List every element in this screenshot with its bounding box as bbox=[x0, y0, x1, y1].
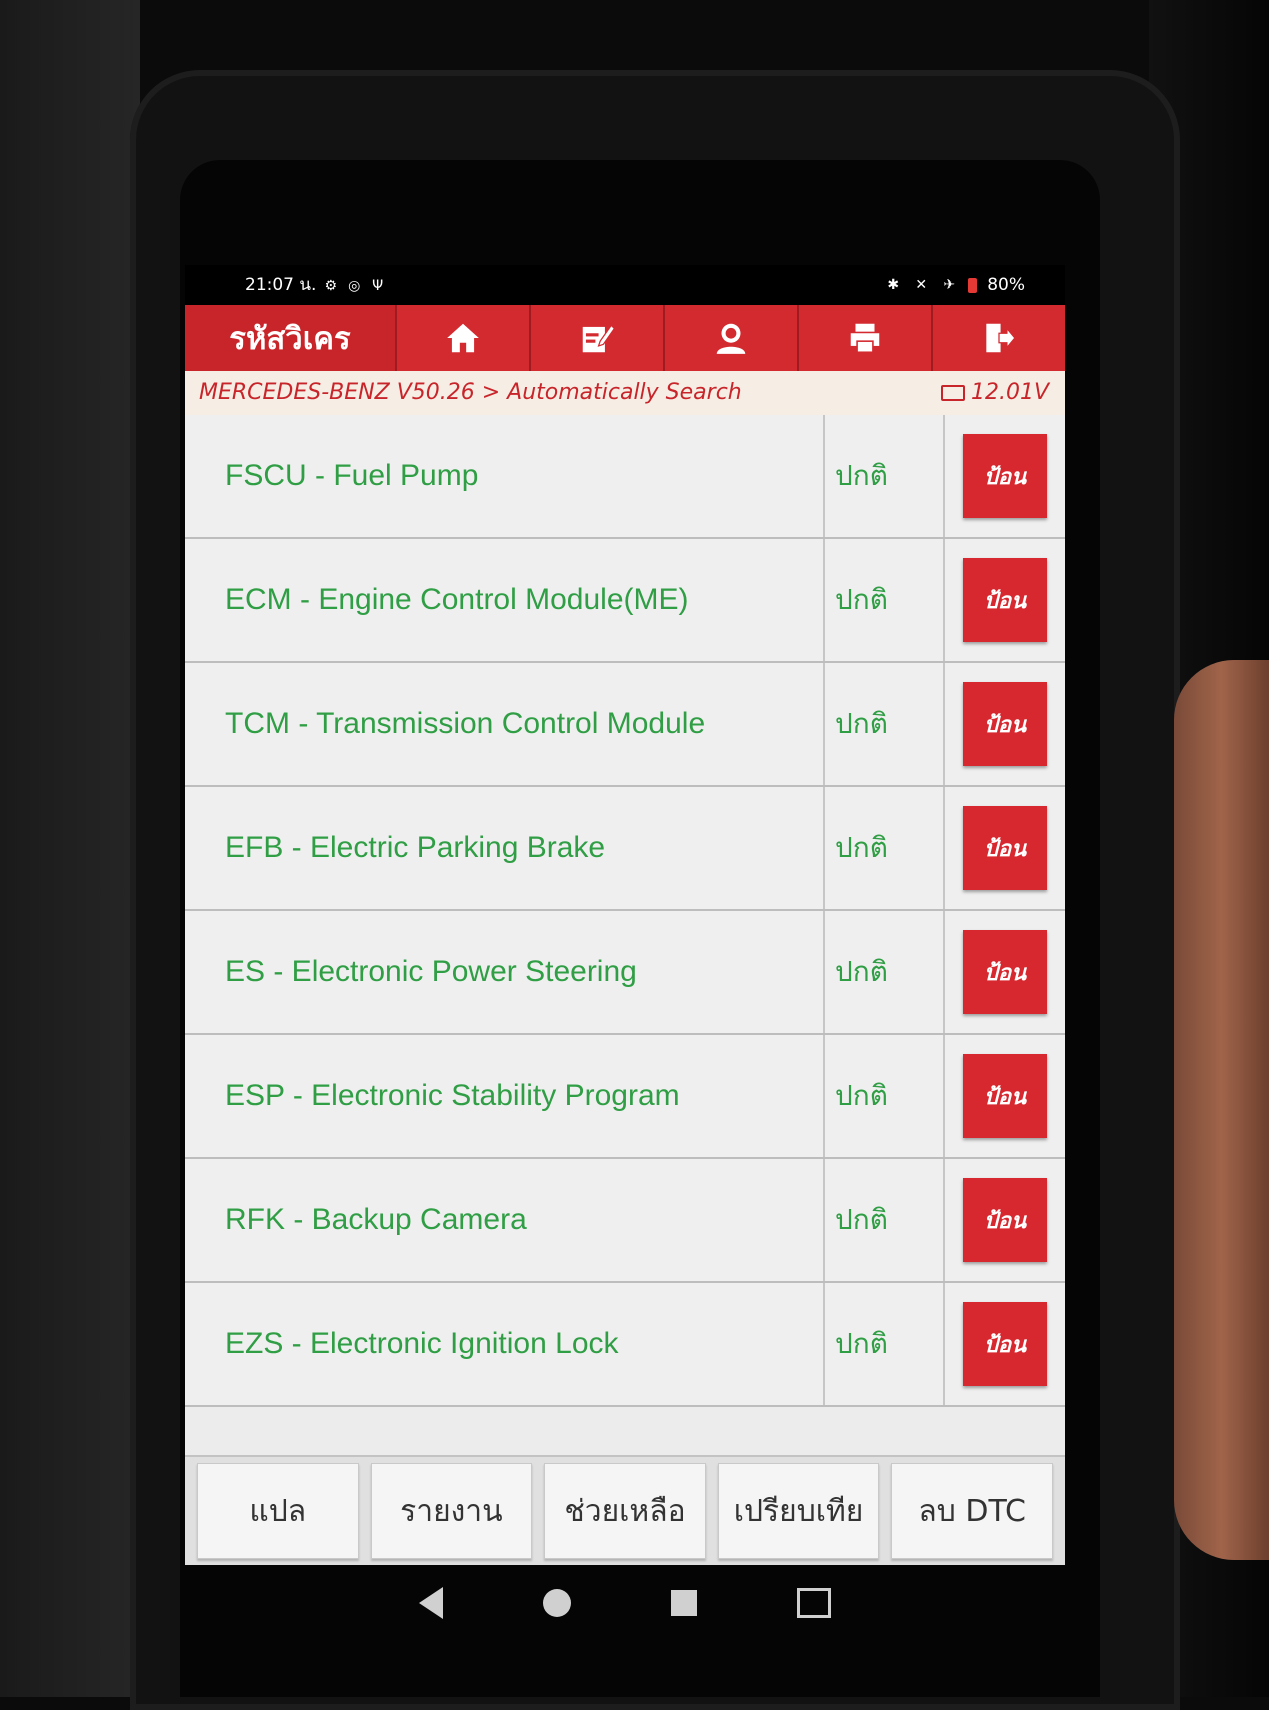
list-item: EZS - Electronic Ignition Lock ปกติ ป้อน bbox=[185, 1283, 1065, 1407]
module-status: ปกติ bbox=[823, 787, 945, 909]
top-toolbar: รหัสวิเคร bbox=[185, 305, 1065, 371]
module-status: ปกติ bbox=[823, 1159, 945, 1281]
voltage-value: 12.01V bbox=[970, 380, 1049, 405]
module-name: RFK - Backup Camera bbox=[225, 1203, 527, 1236]
battery-level: 80% bbox=[987, 275, 1025, 295]
battery-voltage-icon bbox=[940, 385, 965, 401]
airplane-icon: ✈ bbox=[943, 277, 956, 293]
enter-button[interactable]: ป้อน bbox=[963, 806, 1047, 890]
module-status: ปกติ bbox=[823, 911, 945, 1033]
enter-button[interactable]: ป้อน bbox=[963, 1054, 1047, 1138]
home-icon bbox=[447, 323, 479, 353]
enter-button[interactable]: ป้อน bbox=[963, 1178, 1047, 1262]
background-left bbox=[0, 0, 140, 1697]
usb-icon: Ψ bbox=[372, 278, 384, 294]
android-nav-bar bbox=[185, 1565, 1065, 1640]
enter-button[interactable]: ป้อน bbox=[963, 682, 1047, 766]
gear-icon: ⚙ bbox=[324, 278, 338, 294]
exit-button[interactable] bbox=[931, 305, 1065, 371]
screenshot-icon[interactable] bbox=[797, 1587, 831, 1618]
clear-dtc-button[interactable]: ลบ DTC bbox=[891, 1463, 1053, 1559]
list-item: FSCU - Fuel Pump ปกติ ป้อน bbox=[185, 415, 1065, 539]
module-list[interactable]: FSCU - Fuel Pump ปกติ ป้อน ECM - Engine … bbox=[185, 415, 1065, 1455]
home-button[interactable] bbox=[395, 305, 529, 371]
edit-icon bbox=[582, 324, 616, 353]
module-status: ปกติ bbox=[823, 1035, 945, 1157]
module-name: ESP - Electronic Stability Program bbox=[225, 1079, 680, 1112]
list-item: ES - Electronic Power Steering ปกติ ป้อน bbox=[185, 911, 1065, 1035]
bluetooth-icon: ✱ bbox=[887, 277, 900, 293]
help-button[interactable]: ช่วยเหลือ bbox=[544, 1463, 706, 1559]
enter-button[interactable]: ป้อน bbox=[963, 558, 1047, 642]
status-bar-right: ✱ ✕ ✈ 80% bbox=[884, 265, 1025, 305]
print-button[interactable] bbox=[797, 305, 931, 371]
module-name: ECM - Engine Control Module(ME) bbox=[225, 583, 689, 616]
device-screen: 21:07 น. ⚙ ◎ Ψ ✱ ✕ ✈ 80% รหัสวิเคร MERCE… bbox=[185, 265, 1065, 1565]
list-item: ECM - Engine Control Module(ME) ปกติ ป้อ… bbox=[185, 539, 1065, 663]
print-icon bbox=[850, 323, 880, 354]
list-item: TCM - Transmission Control Module ปกติ ป… bbox=[185, 663, 1065, 787]
breadcrumb-path: MERCEDES-BENZ V50.26 > Automatically Sea… bbox=[199, 380, 742, 405]
battery-icon bbox=[968, 277, 978, 293]
compare-button[interactable]: เปรียบเทีย bbox=[717, 1463, 880, 1559]
module-status: ปกติ bbox=[823, 539, 945, 661]
list-item: EFB - Electric Parking Brake ปกติ ป้อน bbox=[185, 787, 1065, 911]
module-name: FSCU - Fuel Pump bbox=[225, 459, 479, 492]
voltage-indicator: 12.01V bbox=[940, 371, 1049, 415]
settings-icon: ◎ bbox=[348, 278, 361, 294]
module-name: ES - Electronic Power Steering bbox=[225, 955, 637, 988]
back-icon[interactable] bbox=[419, 1586, 443, 1619]
status-bar: 21:07 น. ⚙ ◎ Ψ ✱ ✕ ✈ 80% bbox=[185, 265, 1065, 305]
enter-button[interactable]: ป้อน bbox=[963, 434, 1047, 518]
module-name: EFB - Electric Parking Brake bbox=[225, 831, 606, 864]
hand bbox=[1174, 660, 1269, 1560]
enter-button[interactable]: ป้อน bbox=[963, 1302, 1047, 1386]
breadcrumb: MERCEDES-BENZ V50.26 > Automatically Sea… bbox=[185, 371, 1065, 416]
home-nav-icon[interactable] bbox=[543, 1588, 571, 1617]
enter-button[interactable]: ป้อน bbox=[963, 930, 1047, 1014]
recent-apps-icon[interactable] bbox=[671, 1589, 697, 1616]
edit-button[interactable] bbox=[529, 305, 663, 371]
report-button[interactable]: รายงาน bbox=[370, 1463, 533, 1559]
module-status: ปกติ bbox=[823, 415, 945, 537]
bottom-toolbar: แปล รายงาน ช่วยเหลือ เปรียบเทีย ลบ DTC bbox=[185, 1455, 1065, 1565]
status-bar-left: 21:07 น. ⚙ ◎ Ψ bbox=[245, 265, 387, 305]
user-icon bbox=[716, 323, 746, 354]
module-name: TCM - Transmission Control Module bbox=[225, 707, 706, 740]
mute-icon: ✕ bbox=[915, 277, 928, 293]
module-status: ปกติ bbox=[823, 663, 945, 785]
module-name: EZS - Electronic Ignition Lock bbox=[225, 1327, 619, 1360]
list-item: RFK - Backup Camera ปกติ ป้อน bbox=[185, 1159, 1065, 1283]
translate-button[interactable]: แปล bbox=[197, 1463, 359, 1559]
list-item: ESP - Electronic Stability Program ปกติ … bbox=[185, 1035, 1065, 1159]
module-status: ปกติ bbox=[823, 1283, 945, 1405]
clock: 21:07 น. bbox=[245, 275, 317, 295]
user-button[interactable] bbox=[663, 305, 797, 371]
app-title: รหัสวิเคร bbox=[229, 321, 351, 357]
exit-icon bbox=[986, 323, 1016, 353]
